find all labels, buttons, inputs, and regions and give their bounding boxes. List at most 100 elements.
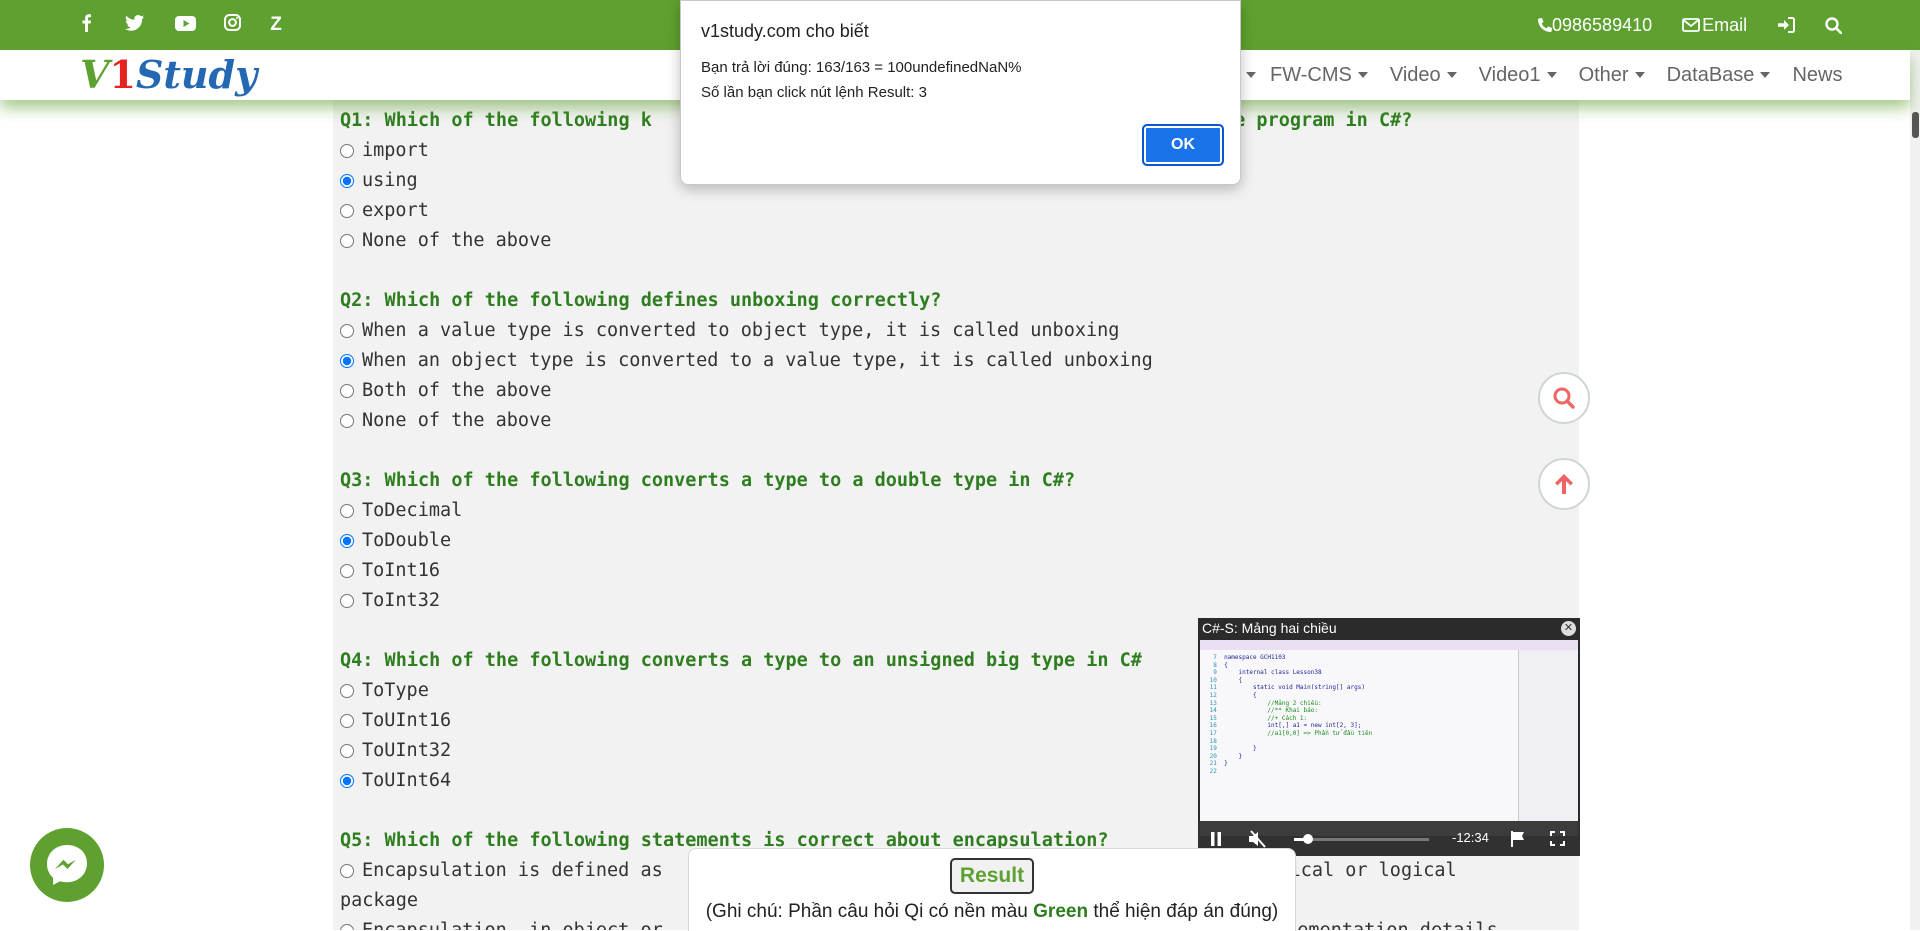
alert-title: v1study.com cho biết: [701, 21, 869, 41]
video-title: C#-S: Mảng hai chiều: [1202, 620, 1337, 636]
answer-option[interactable]: ToDecimal: [340, 496, 1570, 526]
phone-number: 0986589410: [1552, 14, 1653, 35]
code-line: 20 }: [1206, 752, 1243, 760]
answer-radio[interactable]: [340, 864, 354, 878]
answer-radio[interactable]: [340, 594, 354, 608]
contact-links: 0986589410 Email: [1538, 0, 1843, 50]
ide-solution-explorer: [1518, 650, 1578, 836]
close-icon[interactable]: ✕: [1561, 621, 1576, 636]
facebook-icon[interactable]: [78, 13, 94, 38]
instagram-icon[interactable]: [222, 13, 242, 37]
video-frame[interactable]: 7 namespace GCH1103 8 { 9 internal class…: [1200, 640, 1578, 836]
answer-radio[interactable]: [340, 204, 354, 218]
site-logo[interactable]: V1Study: [80, 52, 257, 97]
result-button[interactable]: Result: [949, 858, 1035, 894]
seek-bar[interactable]: [1294, 834, 1429, 844]
zalo-icon[interactable]: Z: [268, 14, 284, 36]
seek-handle[interactable]: [1302, 834, 1313, 844]
code-line: 8 {: [1206, 661, 1228, 669]
time-remaining: -12:34: [1452, 830, 1489, 845]
nav-item-fw-cms[interactable]: FW-CMS: [1270, 64, 1368, 87]
page-scrollbar[interactable]: [1910, 50, 1920, 930]
answer-option[interactable]: None of the above: [340, 226, 1570, 256]
answer-radio[interactable]: [340, 564, 354, 578]
arrow-up-icon: [1555, 474, 1573, 494]
code-line: 21 }: [1206, 760, 1228, 768]
code-line: 10 {: [1206, 676, 1243, 684]
answer-option[interactable]: ToInt16: [340, 556, 1570, 586]
answer-option[interactable]: export: [340, 196, 1570, 226]
code-line: 17 //a1[0,0] => Phần tử đầu tiên: [1206, 729, 1373, 737]
youtube-icon[interactable]: [174, 14, 196, 37]
alert-click-count-line: Số lần bạn click nút lệnh Result: 3: [701, 84, 927, 101]
question-title: Q2: Which of the following defines unbox…: [340, 290, 942, 311]
nav-item-video[interactable]: Video: [1390, 64, 1457, 87]
code-line: 12 {: [1206, 691, 1257, 699]
code-line: 19 }: [1206, 745, 1257, 753]
answer-radio[interactable]: [340, 414, 354, 428]
ide-titlebar: [1200, 640, 1578, 650]
answer-option[interactable]: ToInt32: [340, 586, 1570, 616]
answer-radio[interactable]: [340, 684, 354, 698]
answer-radio[interactable]: [340, 384, 354, 398]
question-title: Q3: Which of the following converts a ty…: [340, 470, 1076, 491]
search-icon: [1825, 16, 1843, 34]
result-panel: Result (Ghi chú: Phần câu hỏi Qi có nền …: [688, 848, 1296, 931]
scrollbar-thumb[interactable]: [1912, 112, 1919, 138]
scroll-to-top-button[interactable]: [1538, 458, 1590, 510]
code-line: 7 namespace GCH1103: [1206, 654, 1286, 661]
answer-radio[interactable]: [340, 354, 354, 368]
nav-item-database[interactable]: DataBase: [1667, 64, 1771, 87]
envelope-icon: [1682, 18, 1701, 32]
nav-item-hidden[interactable]: [1240, 64, 1256, 87]
search-button[interactable]: [1825, 16, 1843, 34]
answer-radio[interactable]: [340, 744, 354, 758]
code-line: 13 //Mảng 2 chiều:: [1206, 699, 1322, 707]
answer-option[interactable]: None of the above: [340, 406, 1570, 436]
code-line: 11 static void Main(string[] args): [1206, 684, 1365, 692]
ok-button[interactable]: OK: [1142, 124, 1224, 166]
answer-option[interactable]: ToDouble: [340, 526, 1570, 556]
email-label: Email: [1702, 14, 1748, 35]
fullscreen-icon[interactable]: [1550, 831, 1565, 846]
alert-score-line: Bạn trả lời đúng: 163/163 = 100undefined…: [701, 59, 1022, 76]
answer-radio[interactable]: [340, 534, 354, 548]
mute-icon[interactable]: [1248, 830, 1268, 848]
messenger-chat-button[interactable]: [30, 828, 104, 902]
nav-item-video1[interactable]: Video1: [1479, 64, 1557, 87]
code-line: 15 //+ Cách 1:: [1206, 714, 1308, 722]
floating-video-player[interactable]: C#-S: Mảng hai chiều ✕ 7 namespace GCH11…: [1198, 618, 1580, 856]
flag-icon[interactable]: [1511, 831, 1525, 847]
code-line: 16 int[,] a1 = new int[2, 3];: [1206, 722, 1362, 730]
search-icon: [1553, 387, 1575, 409]
code-line: 22: [1206, 767, 1225, 775]
answer-option[interactable]: Both of the above: [340, 376, 1570, 406]
ide-code-view: 7 namespace GCH1103 8 { 9 internal class…: [1206, 654, 1373, 776]
login-button[interactable]: [1777, 17, 1796, 33]
code-line: 18: [1206, 737, 1225, 745]
nav-item-other[interactable]: Other: [1579, 64, 1645, 87]
email-link[interactable]: Email: [1682, 15, 1747, 36]
answer-option[interactable]: When an object type is converted to a va…: [340, 346, 1570, 376]
floating-search-button[interactable]: [1538, 372, 1590, 424]
phone-link[interactable]: 0986589410: [1538, 15, 1652, 36]
nav-menu: FW-CMS Video Video1 Other DataBase News: [1240, 50, 1864, 100]
answer-radio[interactable]: [340, 324, 354, 338]
question-2: Q2: Which of the following defines unbox…: [340, 286, 1570, 466]
twitter-icon[interactable]: [124, 14, 144, 37]
social-links: Z: [78, 0, 284, 50]
answer-radio[interactable]: [340, 774, 354, 788]
answer-option[interactable]: When a value type is converted to object…: [340, 316, 1570, 346]
pause-icon[interactable]: [1210, 832, 1222, 846]
phone-icon: [1538, 18, 1552, 32]
answer-radio[interactable]: [340, 144, 354, 158]
nav-item-news[interactable]: News: [1792, 64, 1842, 87]
answer-radio[interactable]: [340, 174, 354, 188]
result-note: (Ghi chú: Phần câu hỏi Qi có nền màu Gre…: [705, 901, 1279, 922]
answer-radio[interactable]: [340, 504, 354, 518]
answer-radio[interactable]: [340, 924, 354, 930]
code-line: 9 internal class Lesson38: [1206, 669, 1322, 677]
answer-radio[interactable]: [340, 714, 354, 728]
answer-radio[interactable]: [340, 234, 354, 248]
sign-in-icon: [1778, 17, 1796, 33]
